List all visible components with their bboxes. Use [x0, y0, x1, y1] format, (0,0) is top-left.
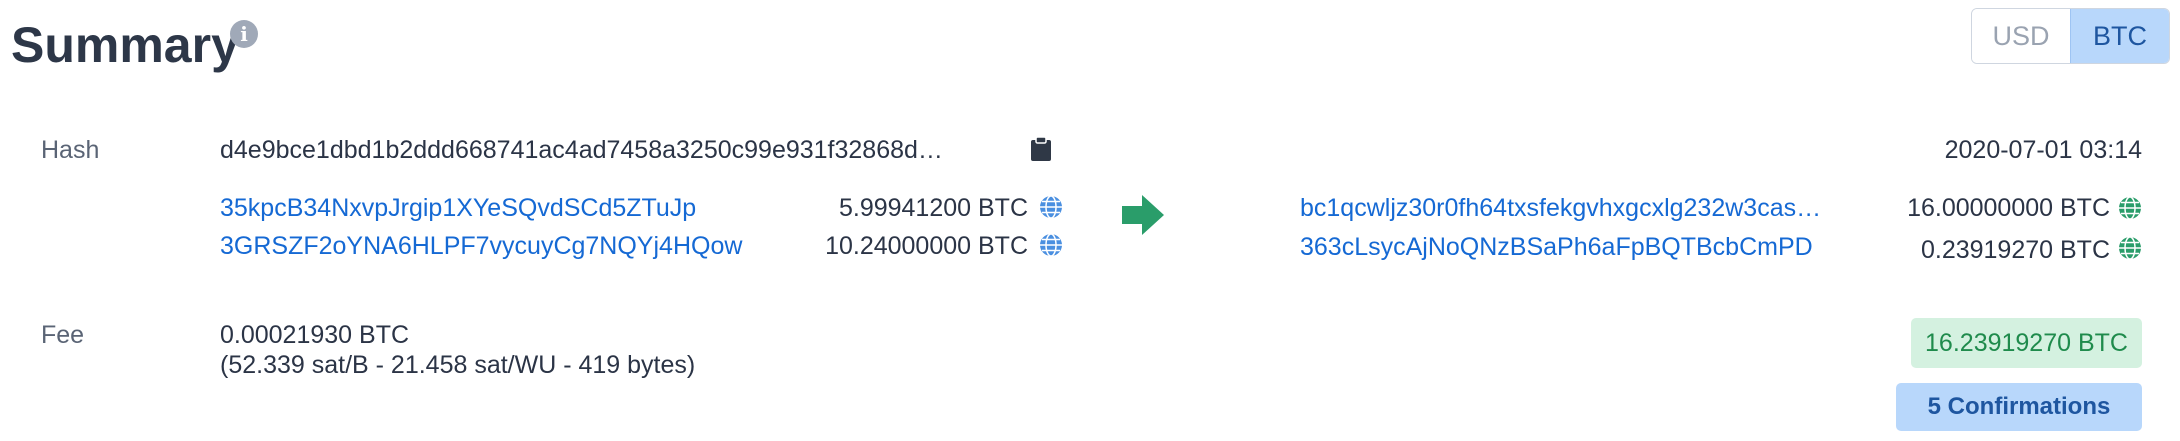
page-title: Summary: [11, 17, 239, 73]
hash-label: Hash: [41, 136, 100, 164]
output-amount-1: 16.00000000 BTC: [1907, 194, 2110, 222]
info-icon[interactable]: i: [230, 20, 258, 48]
tx-timestamp: 2020-07-01 03:14: [1944, 136, 2142, 164]
clipboard-icon[interactable]: [1030, 136, 1052, 162]
globe-icon[interactable]: [2118, 196, 2142, 220]
globe-icon[interactable]: [1039, 233, 1063, 257]
output-amount-2: 0.23919270 BTC: [1920, 236, 2110, 264]
confirmations-badge: 5 Confirmations: [1896, 383, 2142, 431]
currency-btc-button[interactable]: BTC: [2070, 9, 2169, 63]
currency-usd-button[interactable]: USD: [1972, 9, 2070, 63]
globe-icon[interactable]: [2118, 236, 2142, 260]
total-amount-badge: 16.23919270 BTC: [1911, 318, 2142, 368]
input-address-1[interactable]: 35kpcB34NxvpJrgip1XYeSQvdSCd5ZTuJp: [220, 194, 696, 223]
input-address-2[interactable]: 3GRSZF2oYNA6HLPF7vycuyCg7NQYj4HQow: [220, 232, 742, 261]
output-address-1[interactable]: bc1qcwljz30r0fh64txsfekgvhxgcxlg232w3cas…: [1300, 194, 1821, 223]
arrow-right-icon: [1122, 195, 1164, 235]
output-address-2[interactable]: 363cLsycAjNoQNzBSaPh6aFpBQTBcbCmPD: [1300, 233, 1813, 262]
fee-amount: 0.00021930 BTC: [220, 321, 410, 349]
fee-label: Fee: [41, 321, 85, 349]
globe-icon[interactable]: [1039, 195, 1063, 219]
fee-detail: (52.339 sat/B - 21.458 sat/WU - 419 byte…: [220, 351, 696, 379]
tx-hash[interactable]: d4e9bce1dbd1b2ddd668741ac4ad7458a3250c99…: [220, 136, 943, 165]
input-amount-1: 5.99941200 BTC: [838, 194, 1028, 222]
currency-toggle[interactable]: USD BTC: [1971, 8, 2170, 64]
input-amount-2: 10.24000000 BTC: [825, 232, 1028, 260]
